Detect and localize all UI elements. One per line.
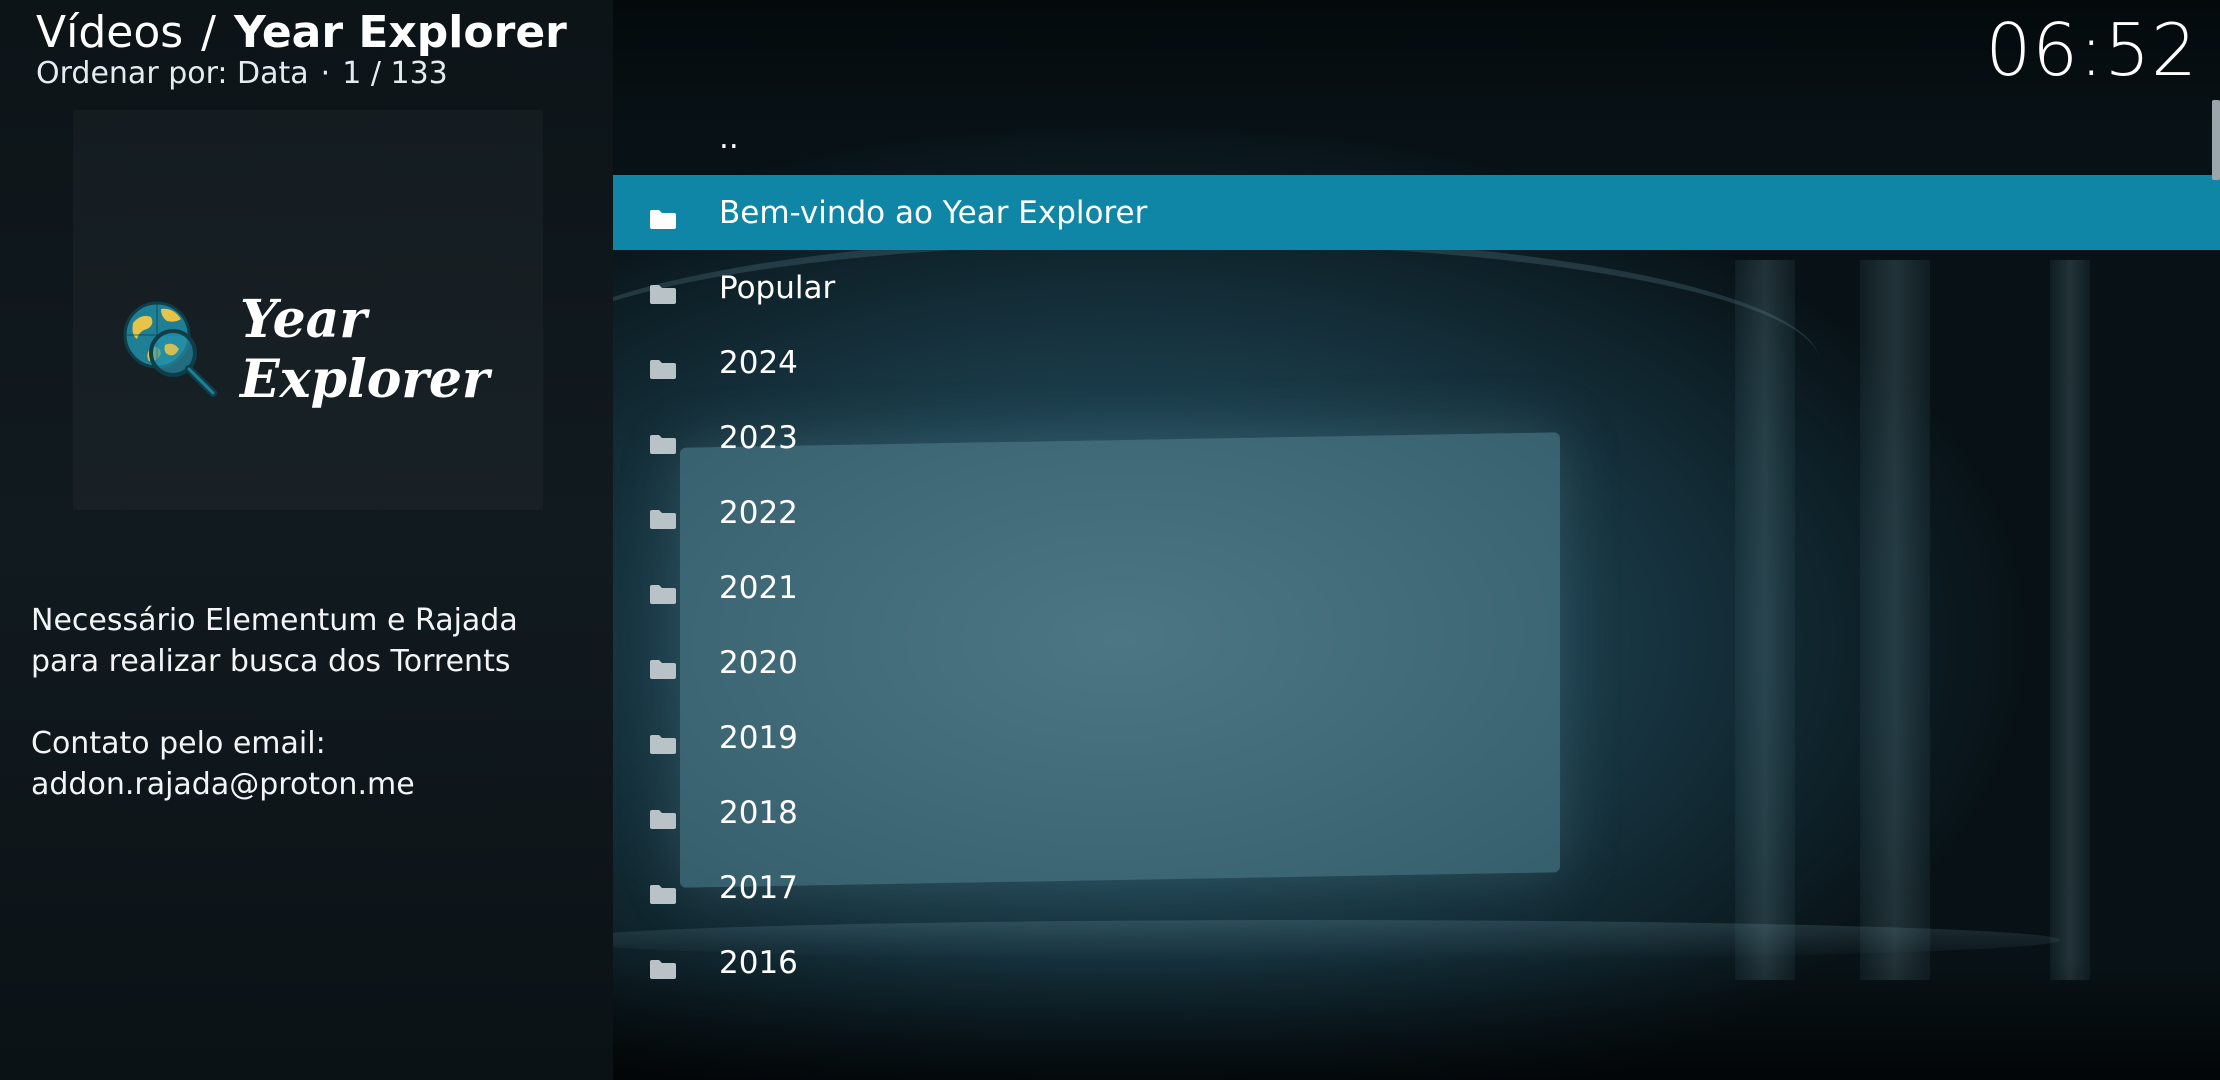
list-item-folder[interactable]: Bem-vindo ao Year Explorer [613, 175, 2220, 250]
list-item-folder[interactable]: 2019 [613, 700, 2220, 775]
clock: 06:52 [1985, 8, 2198, 92]
folder-icon [649, 577, 677, 604]
list-item-folder[interactable]: 2022 [613, 475, 2220, 550]
list-item-label: 2021 [719, 569, 798, 606]
list-item-label: .. [719, 119, 739, 156]
folder-icon [649, 877, 677, 904]
list-items: Bem-vindo ao Year Explorer Popular 2024 202… [613, 175, 2220, 1000]
info-panel: Year Explorer Necessário Elementum e Raj… [0, 0, 613, 1080]
addon-logo-text: Year Explorer [240, 290, 489, 410]
kodi-window: Year Explorer Necessário Elementum e Raj… [0, 0, 2220, 1080]
list-item-label: 2023 [719, 419, 798, 456]
addon-plot: Necessário Elementum e Rajada para reali… [31, 600, 591, 805]
header: Vídeos / Year Explorer Ordenar por: Data… [36, 5, 567, 91]
breadcrumb-section: Vídeos [36, 7, 184, 58]
plot-email: addon.rajada@proton.me [31, 767, 415, 802]
list-item-folder[interactable]: 2016 [613, 925, 2220, 1000]
folder-icon [649, 277, 677, 304]
logo-line-year: Year [240, 289, 367, 350]
folder-icon [649, 427, 677, 454]
list-item-folder[interactable]: 2017 [613, 850, 2220, 925]
breadcrumb-separator: / [201, 7, 216, 58]
list-item-folder[interactable]: Popular [613, 250, 2220, 325]
list-item-label: 2016 [719, 944, 798, 981]
list-item-label: Popular [719, 269, 836, 306]
logo-line-explorer: Explorer [240, 349, 490, 410]
breadcrumb: Vídeos / Year Explorer [36, 5, 567, 61]
list-item-label: 2020 [719, 644, 798, 681]
list-item-folder[interactable]: 2018 [613, 775, 2220, 850]
list-item-folder[interactable]: 2020 [613, 625, 2220, 700]
folder-icon [649, 202, 677, 229]
list-item-folder[interactable]: 2023 [613, 400, 2220, 475]
file-list: .. Bem-vindo ao Year Explorer Popular 2024… [613, 100, 2220, 1000]
item-position: 1 / 133 [342, 56, 448, 91]
plot-line: Contato pelo email: [31, 726, 326, 761]
folder-icon [649, 502, 677, 529]
list-item-label: 2019 [719, 719, 798, 756]
sort-label: Ordenar por: Data [36, 56, 309, 91]
breadcrumb-current: Year Explorer [234, 7, 567, 58]
scrollbar-thumb[interactable] [2212, 100, 2220, 180]
sort-info: Ordenar por: Data · 1 / 133 [36, 57, 567, 91]
list-item-label: 2024 [719, 344, 798, 381]
folder-icon [649, 952, 677, 979]
addon-logo: Year Explorer [115, 290, 515, 410]
scrollbar[interactable] [2212, 100, 2220, 1080]
folder-icon [649, 352, 677, 379]
plot-line: para realizar busca dos Torrents [31, 644, 511, 679]
plot-line: Necessário Elementum e Rajada [31, 603, 518, 638]
list-item-folder[interactable]: 2021 [613, 550, 2220, 625]
list-item-label: 2022 [719, 494, 798, 531]
sort-separator: · [320, 56, 331, 91]
list-item-parent-folder[interactable]: .. [613, 100, 2220, 175]
folder-icon [649, 652, 677, 679]
list-item-label: 2018 [719, 794, 798, 831]
globe-magnifier-icon [123, 301, 217, 397]
list-item-label: 2017 [719, 869, 798, 906]
folder-icon [649, 727, 677, 754]
list-item-folder[interactable]: 2024 [613, 325, 2220, 400]
list-item-label: Bem-vindo ao Year Explorer [719, 194, 1148, 231]
folder-icon [649, 802, 677, 829]
